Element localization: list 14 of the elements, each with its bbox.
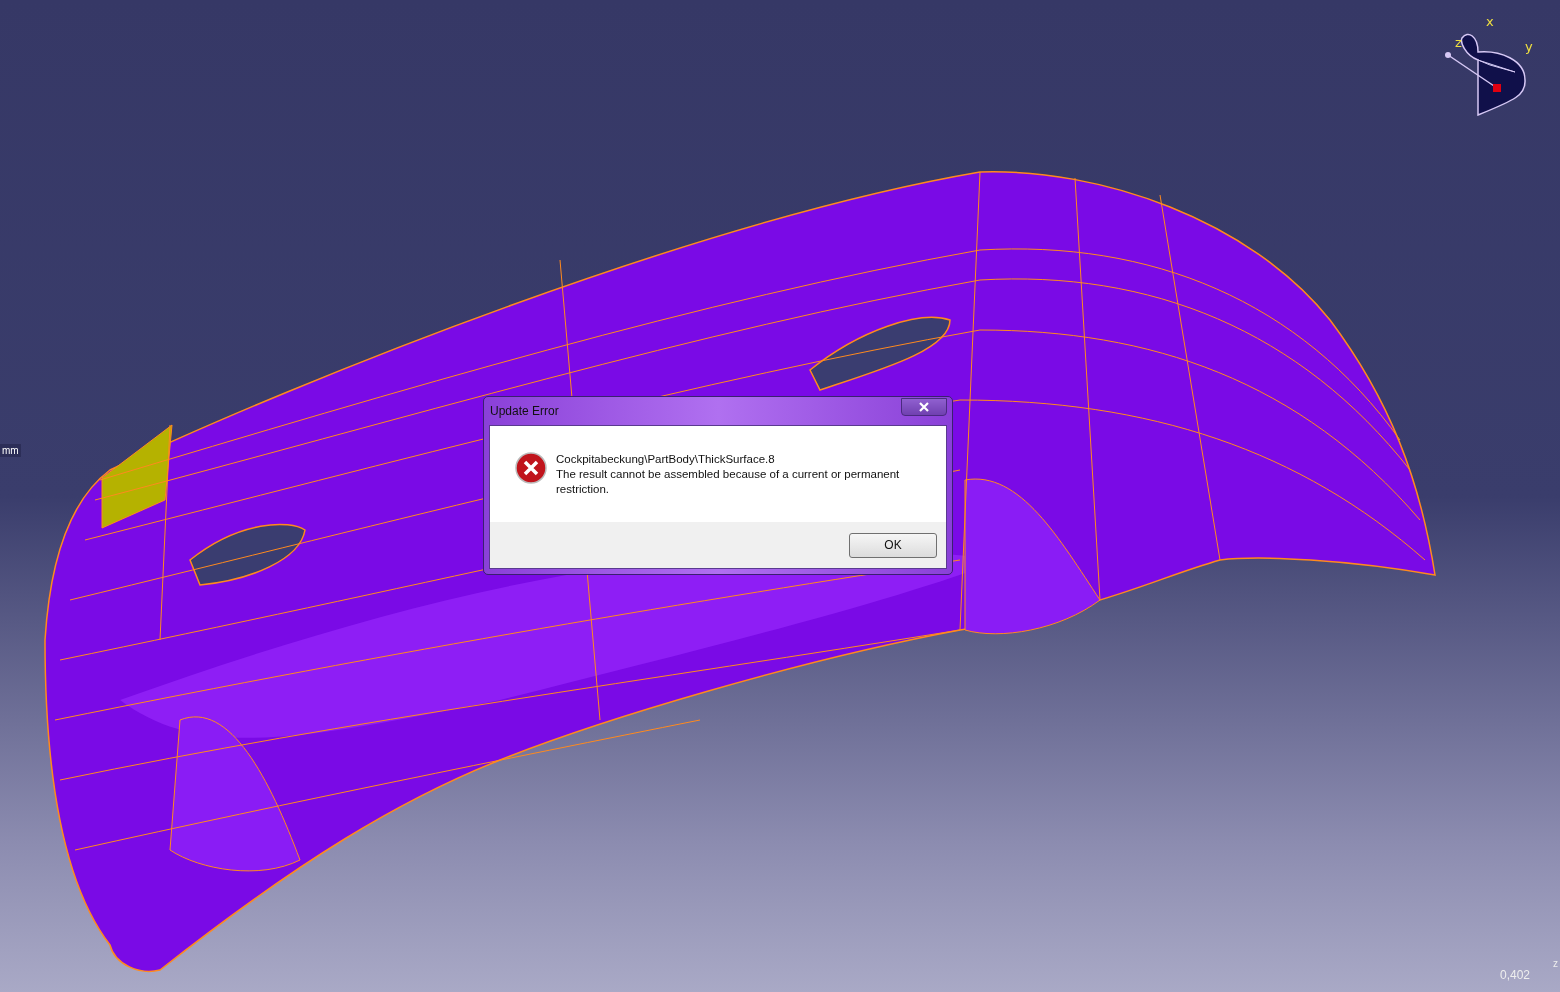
compass-drawing[interactable]: [1445, 33, 1526, 116]
ok-button[interactable]: OK: [849, 532, 937, 558]
error-icon: [515, 452, 547, 484]
unit-label: mm: [0, 444, 21, 457]
scale-value: 0,402: [1500, 968, 1531, 982]
close-icon: [919, 402, 929, 412]
axis-label: y: [1525, 39, 1533, 54]
dialog-title: Update Error: [489, 404, 559, 418]
axis-label: z: [1455, 35, 1462, 50]
error-path: Cockpitabeckung\PartBody\ThickSurface.8: [556, 452, 776, 467]
error-message: The result cannot be assembled because of a current or permanent restriction.: [556, 467, 901, 497]
close-button[interactable]: [901, 398, 947, 416]
axis-label: x: [1486, 14, 1494, 29]
axis-label: z: [1553, 958, 1558, 969]
